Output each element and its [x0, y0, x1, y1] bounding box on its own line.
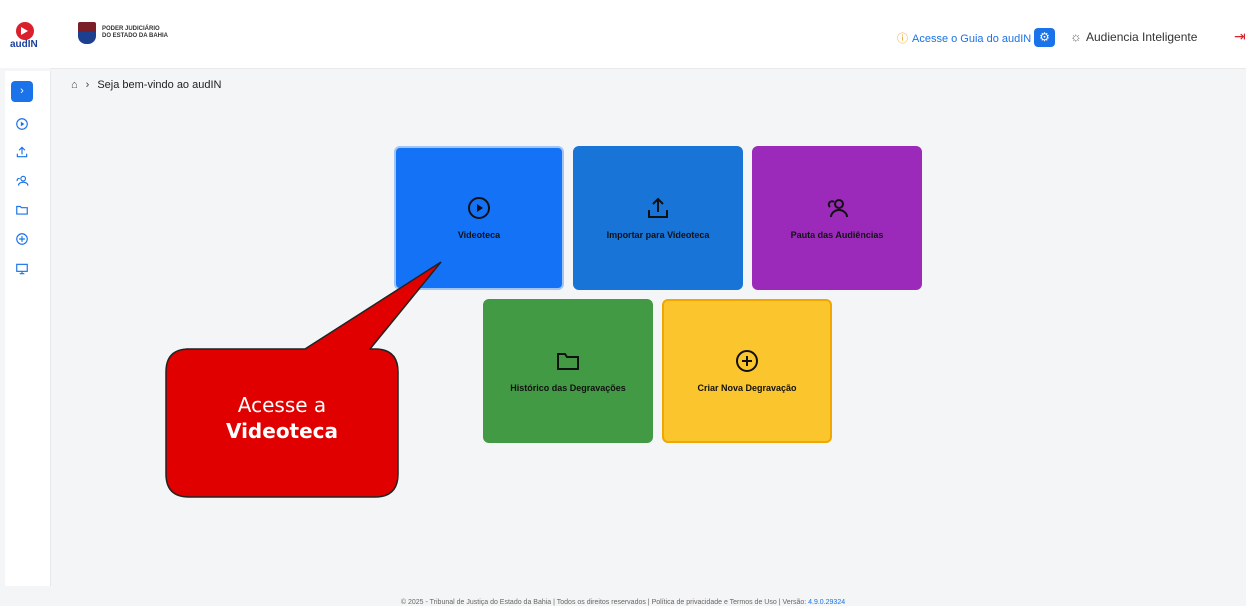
sidebar-item-importar[interactable] — [15, 145, 29, 159]
home-icon[interactable]: ⌂ — [71, 79, 78, 91]
folder-icon — [557, 353, 579, 370]
guide-link[interactable]: ⓘ Acesse o Guia do audIN — [897, 30, 1031, 46]
callout-line1: Acesse a — [237, 393, 327, 417]
callout-text: Acesse a Videoteca — [166, 392, 398, 444]
tile-importar[interactable]: Importar para Videoteca — [573, 146, 743, 290]
tile-pauta[interactable]: Pauta das Audiências — [752, 146, 922, 290]
app-name: Audiencia Inteligente — [1086, 30, 1198, 44]
tile-label: Pauta das Audiências — [790, 230, 884, 240]
callout-line2: Videoteca — [225, 419, 339, 443]
tile-videoteca[interactable]: Videoteca — [394, 146, 564, 290]
tile-label: Videoteca — [457, 230, 501, 240]
gear-icon: ⚙ — [1039, 30, 1050, 44]
breadcrumb: ⌂ › Seja bem-vindo ao audIN — [71, 79, 221, 91]
sidebar-item-videoteca[interactable] — [15, 117, 29, 131]
institution-logo: PODER JUDICIÁRIO DO ESTADO DA BAHIA — [78, 22, 168, 44]
top-bar — [0, 0, 1246, 68]
footer-version[interactable]: 4.9.0.29324 — [808, 599, 845, 606]
sidebar-item-criar[interactable] — [15, 232, 29, 246]
plus-circle-icon — [736, 350, 758, 372]
chevron-right-icon: › — [85, 79, 90, 91]
upload-icon — [648, 197, 668, 218]
crest-icon — [78, 22, 96, 44]
footer-text: © 2025 - Tribunal de Justiça do Estado d… — [400, 599, 809, 606]
logout-icon[interactable]: ⇥ — [1234, 28, 1246, 45]
guide-link-label: Acesse o Guia do audIN — [912, 33, 1032, 45]
breadcrumb-current: Seja bem-vindo ao audIN — [97, 79, 222, 91]
info-icon: ⓘ — [897, 33, 908, 45]
top-bar-divider — [50, 68, 1246, 69]
audin-logo[interactable]: audIN — [10, 22, 40, 66]
settings-button[interactable]: ⚙ — [1034, 28, 1055, 47]
play-circle-icon — [468, 197, 490, 219]
tile-criar[interactable]: Criar Nova Degravação — [662, 299, 832, 443]
footer: © 2025 - Tribunal de Justiça do Estado d… — [0, 599, 1246, 606]
tile-label: Histórico das Degravações — [510, 383, 626, 393]
tile-label: Criar Nova Degravação — [697, 383, 797, 393]
tile-historico[interactable]: Histórico das Degravações — [483, 299, 653, 443]
audin-logo-text: audIN — [10, 39, 38, 50]
institution-line2: DO ESTADO DA BAHIA — [102, 33, 168, 39]
users-icon — [827, 199, 848, 218]
sidebar-item-pauta[interactable] — [15, 174, 29, 188]
theme-toggle-icon[interactable]: ☼ — [1070, 29, 1082, 44]
institution-line1: PODER JUDICIÁRIO — [102, 26, 160, 32]
tile-label: Importar para Videoteca — [606, 230, 710, 240]
play-icon — [21, 27, 28, 35]
chevron-right-icon: › — [20, 85, 24, 97]
sidebar-item-historico[interactable] — [15, 203, 29, 217]
sidebar-item-monitor[interactable] — [15, 262, 29, 276]
sidebar-expand-button[interactable]: › — [11, 81, 33, 102]
